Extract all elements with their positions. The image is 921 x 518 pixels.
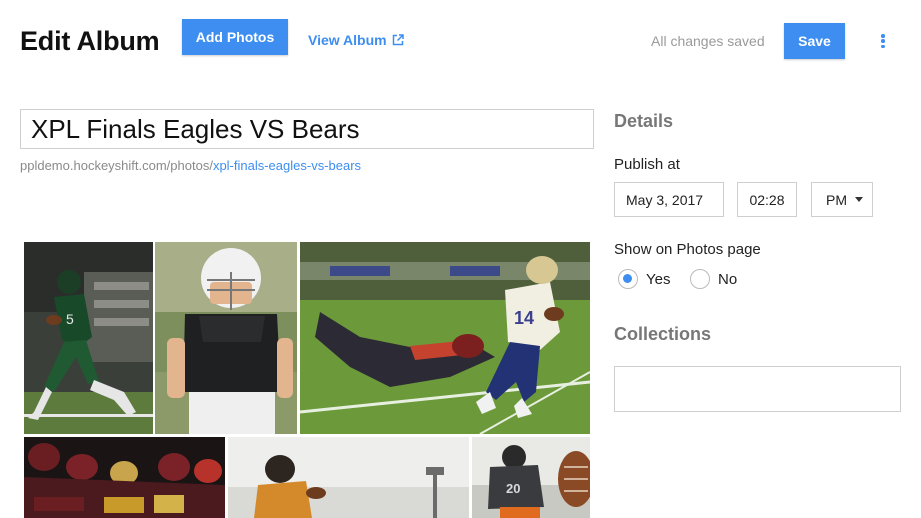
radio-yes-label: Yes [646, 270, 671, 288]
details-heading: Details [614, 111, 674, 131]
svg-text:14: 14 [514, 308, 534, 328]
photo-quarterback-throwing[interactable] [228, 437, 469, 518]
ampm-value: PM [826, 191, 847, 208]
save-status-text: All changes saved [651, 33, 765, 49]
publish-date-value: May 3, 2017 [626, 191, 704, 208]
svg-text:20: 20 [506, 481, 520, 496]
ampm-select[interactable]: PM [811, 182, 873, 217]
radio-yes[interactable]: Yes [618, 269, 670, 289]
album-url-base: ppldemo.hockeyshift.com/photos/ [20, 158, 213, 173]
show-on-photos-label: Show on Photos page [614, 241, 761, 258]
photo-football-runner-green[interactable]: 5 [24, 242, 153, 434]
add-photos-button[interactable]: Add Photos [182, 19, 288, 55]
radio-no-label: No [718, 270, 738, 288]
save-button[interactable]: Save [784, 23, 845, 59]
collections-input[interactable] [614, 366, 901, 412]
radio-no[interactable]: No [690, 269, 737, 289]
photo-diving-tackle[interactable]: 14 [300, 242, 590, 434]
collections-heading: Collections [614, 324, 712, 344]
page-title: Edit Album [20, 26, 160, 56]
publish-at-label: Publish at [614, 156, 680, 173]
album-url: ppldemo.hockeyshift.com/photos/xpl-final… [20, 158, 361, 173]
publish-time-value: 02:28 [749, 191, 785, 208]
radio-unchecked-icon[interactable] [690, 269, 710, 289]
more-vertical-icon[interactable] [874, 30, 892, 52]
album-title-input[interactable] [20, 109, 594, 149]
album-url-slug[interactable]: xpl-finals-eagles-vs-bears [213, 158, 361, 173]
svg-text:5: 5 [66, 311, 74, 327]
photo-youth-player-helmet[interactable] [155, 242, 297, 434]
photo-collage: 5 14 20 [24, 242, 590, 518]
external-link-icon [392, 34, 404, 46]
radio-checked-icon[interactable] [618, 269, 638, 289]
publish-date-field[interactable]: May 3, 2017 [614, 182, 724, 217]
caret-down-icon [855, 197, 863, 202]
publish-time-field[interactable]: 02:28 [737, 182, 797, 217]
view-album-link[interactable]: View Album [308, 32, 404, 48]
view-album-label: View Album [308, 32, 387, 48]
photo-player-kneeling[interactable]: 20 [472, 437, 590, 518]
photo-line-of-scrimmage[interactable] [24, 437, 225, 518]
